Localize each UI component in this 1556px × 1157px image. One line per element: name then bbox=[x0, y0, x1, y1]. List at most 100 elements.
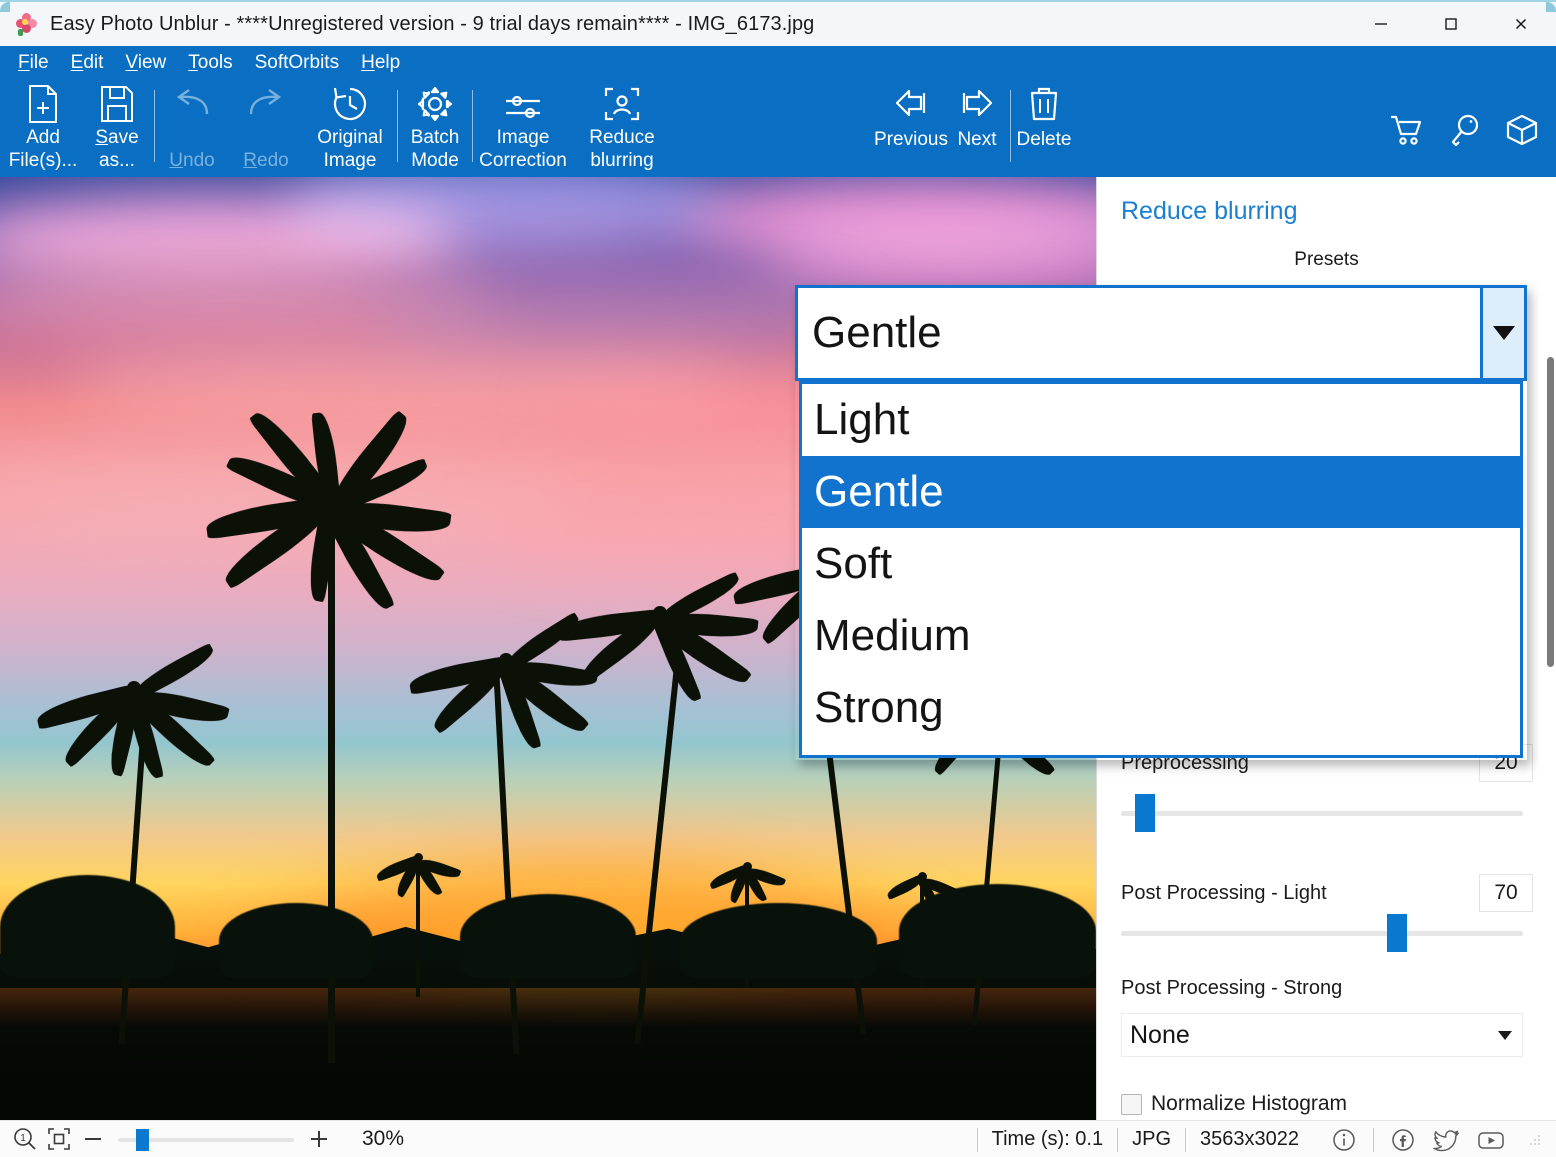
application-window: Easy Photo Unblur - ****Unregistered ver… bbox=[0, 0, 1556, 1157]
preset-option-list[interactable]: Light Gentle Soft Medium Strong bbox=[799, 381, 1523, 758]
status-icons bbox=[1313, 1125, 1542, 1155]
preset-option-medium[interactable]: Medium bbox=[802, 600, 1520, 672]
redo-button[interactable]: Redo bbox=[229, 80, 303, 177]
palm-tree bbox=[33, 643, 230, 1045]
preset-selected-value: Gentle bbox=[812, 308, 942, 357]
save-as-label-2: as... bbox=[99, 150, 135, 171]
menu-item-edit[interactable]: Edit bbox=[71, 52, 104, 74]
zoom-slider-thumb[interactable] bbox=[136, 1129, 149, 1151]
post-processing-strong-select[interactable]: None bbox=[1121, 1013, 1523, 1057]
window-controls bbox=[1346, 2, 1556, 46]
batch-mode-label-1: Batch bbox=[410, 127, 460, 148]
svg-text:1: 1 bbox=[20, 1133, 26, 1144]
reduce-blurring-button[interactable]: Reduce blurring bbox=[573, 80, 671, 177]
undo-button[interactable]: Undo bbox=[155, 80, 229, 177]
menu-item-tools[interactable]: Tools bbox=[188, 52, 232, 74]
twitter-icon[interactable] bbox=[1432, 1125, 1462, 1155]
post-processing-strong-value: None bbox=[1130, 1020, 1190, 1049]
preprocessing-thumb[interactable] bbox=[1135, 794, 1155, 832]
status-format: JPG bbox=[1117, 1127, 1185, 1152]
post-processing-light-track[interactable] bbox=[1121, 914, 1523, 952]
zoom-one-to-one-icon[interactable]: 1 bbox=[8, 1124, 42, 1154]
preset-combobox[interactable]: Gentle bbox=[795, 285, 1527, 381]
trash-icon bbox=[1027, 80, 1061, 128]
face-focus-icon bbox=[602, 80, 642, 126]
menu-item-view[interactable]: View bbox=[125, 52, 166, 74]
save-as-label-1: Save bbox=[95, 127, 139, 148]
preset-option-strong[interactable]: Strong bbox=[802, 672, 1520, 744]
preset-option-light[interactable]: Light bbox=[802, 384, 1520, 456]
cart-icon[interactable] bbox=[1388, 112, 1424, 148]
redo-label: Redo bbox=[243, 150, 289, 171]
palm-tree bbox=[374, 852, 462, 998]
window-title: Easy Photo Unblur - ****Unregistered ver… bbox=[50, 12, 815, 35]
add-files-button[interactable]: Add File(s)... bbox=[6, 80, 80, 177]
batch-mode-button[interactable]: Batch Mode bbox=[398, 80, 472, 177]
post-processing-light-thumb[interactable] bbox=[1387, 914, 1407, 952]
post-processing-light-row: Post Processing - Light 70 bbox=[1121, 874, 1533, 912]
panel-scrollbar[interactable] bbox=[1547, 357, 1554, 667]
save-as-button[interactable]: Save as... bbox=[80, 80, 154, 177]
preset-option-gentle[interactable]: Gentle bbox=[802, 456, 1520, 528]
previous-label: Previous bbox=[874, 129, 948, 150]
palm-tree bbox=[557, 571, 759, 1045]
menu-bar: File Edit View Tools SoftOrbits Help bbox=[0, 46, 422, 80]
fit-to-screen-icon[interactable] bbox=[42, 1124, 76, 1154]
redo-arrow-icon bbox=[243, 80, 289, 126]
menu-item-help[interactable]: Help bbox=[361, 52, 400, 74]
batch-mode-label-2: Mode bbox=[411, 150, 459, 171]
presets-label: Presets bbox=[1294, 249, 1359, 270]
post-processing-light-value[interactable]: 70 bbox=[1479, 874, 1533, 912]
preprocessing-track[interactable] bbox=[1121, 794, 1523, 832]
package-icon[interactable] bbox=[1504, 112, 1540, 148]
menu-item-file[interactable]: File bbox=[18, 52, 49, 74]
title-bar: Easy Photo Unblur - ****Unregistered ver… bbox=[0, 0, 1556, 46]
chevron-down-icon[interactable] bbox=[1480, 288, 1524, 378]
preset-option-soft[interactable]: Soft bbox=[802, 528, 1520, 600]
status-time: Time (s): 0.1 bbox=[976, 1127, 1118, 1152]
youtube-icon[interactable] bbox=[1476, 1125, 1506, 1155]
window-corner-left bbox=[0, 2, 10, 12]
info-icon[interactable] bbox=[1329, 1125, 1359, 1155]
minus-icon[interactable] bbox=[76, 1124, 110, 1154]
palm-tree bbox=[407, 611, 599, 1054]
normalize-histogram-checkbox[interactable]: Normalize Histogram bbox=[1121, 1092, 1347, 1116]
next-label: Next bbox=[957, 129, 997, 150]
status-bar-right: Time (s): 0.1 JPG 3563x3022 bbox=[976, 1121, 1542, 1157]
plus-icon[interactable] bbox=[302, 1124, 336, 1154]
add-files-label-2: File(s)... bbox=[8, 150, 78, 171]
original-image-label-2: Image bbox=[323, 150, 377, 171]
reduce-blurring-label-2: blurring bbox=[590, 150, 654, 171]
flower-icon bbox=[16, 13, 38, 36]
undo-arrow-icon bbox=[169, 80, 215, 126]
status-bar: 1 30% Time (s): 0.1 JPG 3563x3022 bbox=[0, 1120, 1556, 1157]
post-processing-strong-label: Post Processing - Strong bbox=[1121, 977, 1343, 999]
checkbox-box[interactable] bbox=[1121, 1093, 1142, 1115]
original-image-button[interactable]: Original Image bbox=[303, 80, 397, 177]
undo-label: Undo bbox=[169, 150, 215, 171]
panel-title: Reduce blurring bbox=[1121, 197, 1298, 225]
original-image-label-1: Original bbox=[317, 127, 383, 148]
resize-grip[interactable] bbox=[1528, 1133, 1542, 1147]
reduce-blurring-label-1: Reduce bbox=[589, 127, 655, 148]
maximize-icon[interactable] bbox=[1416, 2, 1486, 46]
ribbon-right-icons bbox=[1388, 112, 1540, 148]
zoom-slider[interactable] bbox=[118, 1125, 294, 1153]
image-correction-button[interactable]: Image Correction bbox=[473, 80, 573, 177]
minimize-icon[interactable] bbox=[1346, 2, 1416, 46]
arrow-right-icon bbox=[955, 80, 999, 128]
preset-dropdown[interactable]: Gentle Light Gentle Soft Medium Strong bbox=[795, 285, 1527, 760]
facebook-icon[interactable] bbox=[1388, 1125, 1418, 1155]
next-button[interactable]: Next bbox=[944, 80, 1010, 177]
menu-item-softorbits[interactable]: SoftOrbits bbox=[255, 52, 339, 74]
history-clock-icon bbox=[330, 80, 370, 126]
key-icon[interactable] bbox=[1446, 112, 1482, 148]
gear-icon bbox=[415, 80, 455, 126]
normalize-histogram-label: Normalize Histogram bbox=[1151, 1092, 1348, 1115]
delete-button[interactable]: Delete bbox=[1011, 80, 1077, 177]
zoom-percent: 30% bbox=[362, 1127, 405, 1150]
close-icon[interactable] bbox=[1486, 2, 1556, 46]
previous-button[interactable]: Previous bbox=[874, 80, 948, 177]
status-divider bbox=[1373, 1127, 1374, 1152]
arrow-left-icon bbox=[889, 80, 933, 128]
